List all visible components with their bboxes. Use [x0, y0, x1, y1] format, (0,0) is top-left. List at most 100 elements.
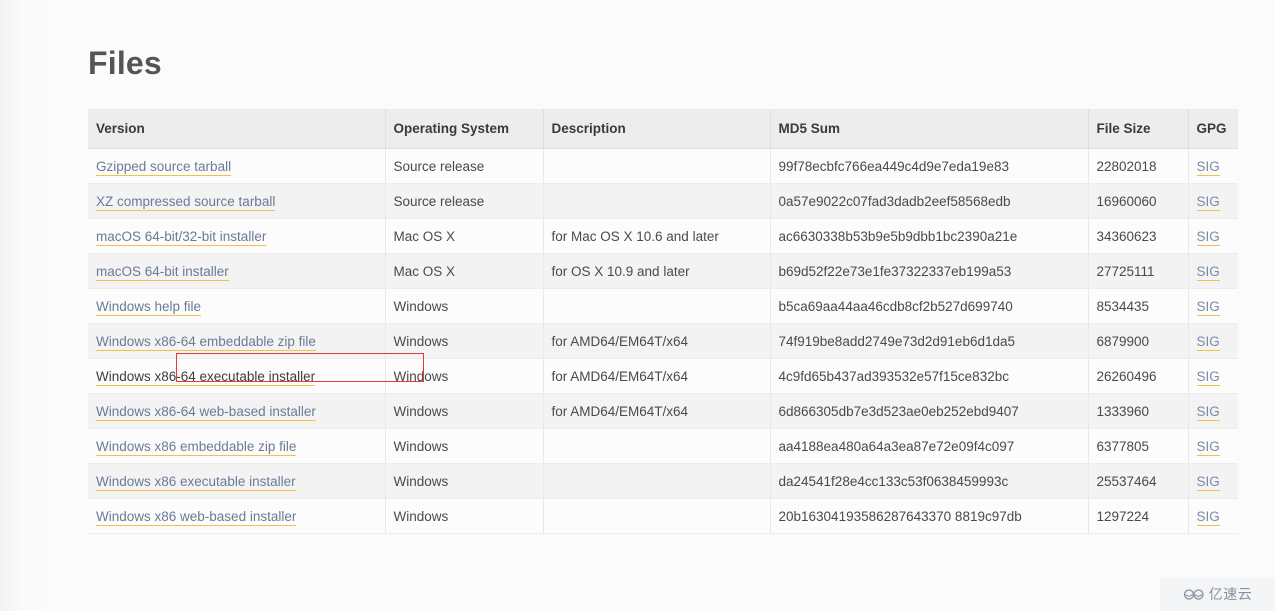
- cell-operating-system: Windows: [385, 393, 544, 429]
- gpg-sig-link[interactable]: SIG: [1196, 438, 1220, 456]
- cell-md5-sum: 0a57e9022c07fad3dadb2eef58568edb: [770, 183, 1089, 219]
- version-download-link[interactable]: Windows x86 executable installer: [96, 473, 296, 491]
- cell-operating-system: Windows: [385, 428, 544, 464]
- cell-version: Windows x86-64 embeddable zip file: [88, 323, 386, 359]
- cell-operating-system: Source release: [385, 183, 544, 219]
- cell-md5-sum: da24541f28e4cc133c53f0638459993c: [770, 463, 1089, 499]
- gpg-sig-link[interactable]: SIG: [1196, 368, 1220, 386]
- cell-operating-system: Mac OS X: [385, 253, 544, 289]
- version-download-link[interactable]: Windows x86-64 embeddable zip file: [96, 333, 316, 351]
- cell-version: Windows x86 web-based installer: [88, 498, 386, 534]
- cell-operating-system: Source release: [385, 148, 544, 184]
- column-header-description: Description: [543, 109, 771, 149]
- gpg-sig-link[interactable]: SIG: [1196, 298, 1220, 316]
- cell-description: [543, 498, 771, 534]
- version-download-link[interactable]: XZ compressed source tarball: [96, 193, 276, 211]
- cell-md5-sum: 99f78ecbfc766ea449c4d9e7eda19e83: [770, 148, 1089, 184]
- cell-operating-system: Windows: [385, 498, 544, 534]
- cell-description: [543, 148, 771, 184]
- version-download-link[interactable]: Windows x86-64 executable installer: [96, 368, 316, 386]
- table-row: Windows x86 executable installer Windows d…: [88, 463, 1238, 499]
- gpg-sig-link[interactable]: SIG: [1196, 333, 1220, 351]
- cell-md5-sum: 6d866305db7e3d523ae0eb252ebd9407: [770, 393, 1089, 429]
- version-download-link[interactable]: Windows x86 web-based installer: [96, 508, 297, 526]
- cell-description: [543, 428, 771, 464]
- cell-gpg: SIG: [1188, 463, 1238, 499]
- cell-md5-sum: 4c9fd65b437ad393532e57f15ce832bc: [770, 358, 1089, 394]
- cell-operating-system: Mac OS X: [385, 218, 544, 254]
- files-table-header: Version Operating System Description MD5…: [88, 109, 1238, 149]
- version-download-link[interactable]: Windows help file: [96, 298, 202, 316]
- cell-description: for AMD64/EM64T/x64: [543, 323, 771, 359]
- cell-file-size: 16960060: [1088, 183, 1189, 219]
- cell-version: Windows x86 embeddable zip file: [88, 428, 386, 464]
- version-download-link[interactable]: Windows x86-64 web-based installer: [96, 403, 316, 421]
- watermark: 亿速云: [1160, 578, 1275, 611]
- column-header-file-size: File Size: [1088, 109, 1189, 149]
- gpg-sig-link[interactable]: SIG: [1196, 473, 1220, 491]
- gpg-sig-link[interactable]: SIG: [1196, 228, 1220, 246]
- cell-md5-sum: b69d52f22e73e1fe37322337eb199a53: [770, 253, 1089, 289]
- gpg-sig-link[interactable]: SIG: [1196, 158, 1220, 176]
- cell-md5-sum: aa4188ea480a64a3ea87e72e09f4c097: [770, 428, 1089, 464]
- cell-file-size: 6377805: [1088, 428, 1189, 464]
- cell-file-size: 22802018: [1088, 148, 1189, 184]
- cell-gpg: SIG: [1188, 253, 1238, 289]
- table-row: Windows x86-64 executable installer Windo…: [88, 358, 1238, 394]
- version-download-link[interactable]: Windows x86 embeddable zip file: [96, 438, 297, 456]
- cell-gpg: SIG: [1188, 393, 1238, 429]
- version-download-link[interactable]: macOS 64-bit/32-bit installer: [96, 228, 267, 246]
- table-row: Windows x86 web-based installer Windows 20…: [88, 498, 1238, 534]
- cloud-logo-icon: [1183, 589, 1204, 600]
- table-row: XZ compressed source tarball Source relea…: [88, 183, 1238, 219]
- gpg-sig-link[interactable]: SIG: [1196, 193, 1220, 211]
- cell-version: macOS 64-bit/32-bit installer: [88, 218, 386, 254]
- cell-file-size: 1333960: [1088, 393, 1189, 429]
- cell-file-size: 1297224: [1088, 498, 1189, 534]
- column-header-operating-system: Operating System: [385, 109, 544, 149]
- cell-gpg: SIG: [1188, 358, 1238, 394]
- cell-file-size: 6879900: [1088, 323, 1189, 359]
- table-row: macOS 64-bit/32-bit installer Mac OS Xfor…: [88, 218, 1238, 254]
- cell-md5-sum: b5ca69aa44aa46cdb8cf2b527d699740: [770, 288, 1089, 324]
- gpg-sig-link[interactable]: SIG: [1196, 263, 1220, 281]
- cell-file-size: 34360623: [1088, 218, 1189, 254]
- cell-description: [543, 463, 771, 499]
- table-row: Windows x86-64 web-based installer Window…: [88, 393, 1238, 429]
- table-header-row: Version Operating System Description MD5…: [88, 109, 1238, 149]
- version-download-link[interactable]: macOS 64-bit installer: [96, 263, 229, 281]
- column-header-gpg: GPG: [1188, 109, 1238, 149]
- cell-description: for AMD64/EM64T/x64: [543, 358, 771, 394]
- gpg-sig-link[interactable]: SIG: [1196, 403, 1220, 421]
- cell-gpg: SIG: [1188, 218, 1238, 254]
- cell-version: XZ compressed source tarball: [88, 183, 386, 219]
- page-title: Files: [88, 45, 162, 81]
- cell-description: [543, 183, 771, 219]
- cell-file-size: 26260496: [1088, 358, 1189, 394]
- version-download-link[interactable]: Gzipped source tarball: [96, 158, 232, 176]
- cell-version: Windows x86-64 executable installer: [88, 358, 386, 394]
- cell-md5-sum: ac6630338b53b9e5b9dbb1bc2390a21e: [770, 218, 1089, 254]
- cell-version: Gzipped source tarball: [88, 148, 386, 184]
- cell-gpg: SIG: [1188, 288, 1238, 324]
- cell-operating-system: Windows: [385, 323, 544, 359]
- cell-md5-sum: 20b16304193586287643370 8819c97db: [770, 498, 1089, 534]
- cell-description: [543, 288, 771, 324]
- cell-version: Windows x86-64 web-based installer: [88, 393, 386, 429]
- cell-file-size: 8534435: [1088, 288, 1189, 324]
- watermark-text: 亿速云: [1208, 586, 1253, 603]
- cell-gpg: SIG: [1188, 323, 1238, 359]
- cell-version: Windows help file: [88, 288, 386, 324]
- table-row: Windows x86 embeddable zip file Windows aa…: [88, 428, 1238, 464]
- table-row: Windows x86-64 embeddable zip file Window…: [88, 323, 1238, 359]
- cell-description: for OS X 10.9 and later: [543, 253, 771, 289]
- column-header-version: Version: [88, 109, 386, 149]
- cell-description: for Mac OS X 10.6 and later: [543, 218, 771, 254]
- cell-operating-system: Windows: [385, 288, 544, 324]
- cell-version: macOS 64-bit installer: [88, 253, 386, 289]
- files-table: Version Operating System Description MD5…: [88, 109, 1238, 534]
- cell-md5-sum: 74f919be8add2749e73d2d91eb6d1da5: [770, 323, 1089, 359]
- table-row: Windows help file Windows b5ca69aa44aa46cd…: [88, 288, 1238, 324]
- gpg-sig-link[interactable]: SIG: [1196, 508, 1220, 526]
- cell-file-size: 27725111: [1088, 253, 1189, 289]
